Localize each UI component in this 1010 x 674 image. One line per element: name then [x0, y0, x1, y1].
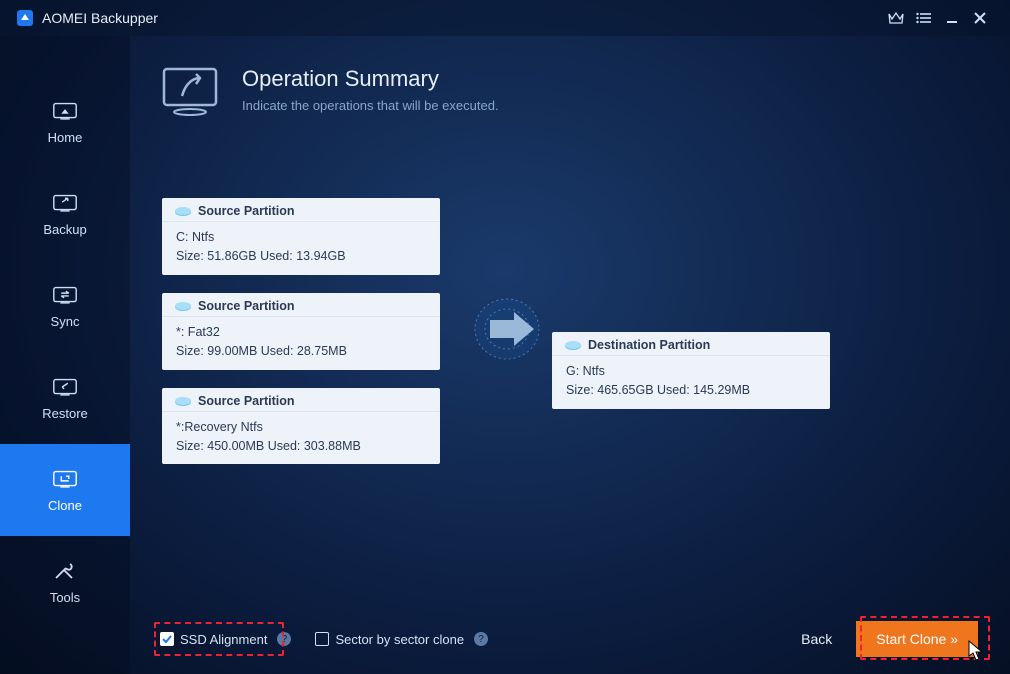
destination-partition-card[interactable]: Destination Partition G: NtfsSize: 465.6…: [552, 332, 830, 409]
sidebar-item-home[interactable]: Home: [0, 76, 130, 168]
minimize-button[interactable]: [938, 4, 966, 32]
summary-monitor-icon: [160, 66, 220, 118]
sidebar-item-label: Backup: [43, 222, 86, 237]
help-icon[interactable]: ?: [277, 632, 291, 646]
ssd-alignment-option[interactable]: SSD Alignment ?: [160, 632, 291, 647]
home-icon: [51, 100, 79, 122]
sector-clone-option[interactable]: Sector by sector clone ?: [315, 632, 488, 647]
option-label: SSD Alignment: [180, 632, 267, 647]
sidebar-item-label: Restore: [42, 406, 88, 421]
titlebar: AOMEI Backupper: [0, 0, 1010, 36]
close-button[interactable]: [966, 4, 994, 32]
disk-icon: [564, 340, 580, 350]
source-partition-card[interactable]: Source Partition *: Fat32Size: 99.00MB U…: [162, 293, 440, 370]
source-partition-card[interactable]: Source Partition *:Recovery NtfsSize: 45…: [162, 388, 440, 465]
partitions-panel: Source Partition C: NtfsSize: 51.86GB Us…: [162, 198, 950, 464]
partition-size: Size: 465.65GB Used: 145.29MB: [566, 381, 816, 400]
app-window: AOMEI Backupper Home Backup Sync Restore: [0, 0, 1010, 674]
sidebar-item-tools[interactable]: Tools: [0, 536, 130, 628]
card-head-label: Destination Partition: [588, 338, 710, 352]
restore-icon: [51, 376, 79, 398]
partition-size: Size: 99.00MB Used: 28.75MB: [176, 342, 426, 361]
disk-icon: [174, 206, 190, 216]
partition-size: Size: 51.86GB Used: 13.94GB: [176, 247, 426, 266]
help-icon[interactable]: ?: [474, 632, 488, 646]
app-logo-icon: [16, 9, 34, 27]
source-partition-card[interactable]: Source Partition C: NtfsSize: 51.86GB Us…: [162, 198, 440, 275]
back-button[interactable]: Back: [801, 631, 832, 647]
sidebar-item-label: Home: [48, 130, 83, 145]
sidebar-item-backup[interactable]: Backup: [0, 168, 130, 260]
checkbox-unchecked-icon: [315, 632, 329, 646]
partition-name: *: Fat32: [176, 323, 426, 342]
partition-name: C: Ntfs: [176, 228, 426, 247]
sidebar-item-label: Sync: [51, 314, 80, 329]
crown-icon[interactable]: [882, 4, 910, 32]
sidebar: Home Backup Sync Restore Clone Tools: [0, 36, 130, 674]
sidebar-item-clone[interactable]: Clone: [0, 444, 130, 536]
card-head-label: Source Partition: [198, 394, 295, 408]
page-header: Operation Summary Indicate the operation…: [160, 66, 950, 118]
sidebar-item-label: Clone: [48, 498, 82, 513]
partition-name: G: Ntfs: [566, 362, 816, 381]
sidebar-item-sync[interactable]: Sync: [0, 260, 130, 352]
card-head-label: Source Partition: [198, 299, 295, 313]
sidebar-item-label: Tools: [50, 590, 80, 605]
sync-icon: [51, 284, 79, 306]
arrow-right-icon: [462, 294, 552, 364]
main-content: Operation Summary Indicate the operation…: [130, 36, 1010, 674]
tools-icon: [51, 560, 79, 582]
partition-size: Size: 450.00MB Used: 303.88MB: [176, 437, 426, 456]
menu-list-icon[interactable]: [910, 4, 938, 32]
card-head-label: Source Partition: [198, 204, 295, 218]
disk-icon: [174, 301, 190, 311]
backup-icon: [51, 192, 79, 214]
partition-name: *:Recovery Ntfs: [176, 418, 426, 437]
clone-icon: [51, 468, 79, 490]
option-label: Sector by sector clone: [335, 632, 464, 647]
checkbox-checked-icon: [160, 632, 174, 646]
page-subtitle: Indicate the operations that will be exe…: [242, 98, 499, 113]
footer-bar: SSD Alignment ? Sector by sector clone ?…: [130, 604, 1010, 674]
page-title: Operation Summary: [242, 66, 499, 92]
start-clone-button[interactable]: Start Clone »: [856, 621, 978, 657]
disk-icon: [174, 396, 190, 406]
sidebar-item-restore[interactable]: Restore: [0, 352, 130, 444]
app-title: AOMEI Backupper: [42, 10, 158, 26]
